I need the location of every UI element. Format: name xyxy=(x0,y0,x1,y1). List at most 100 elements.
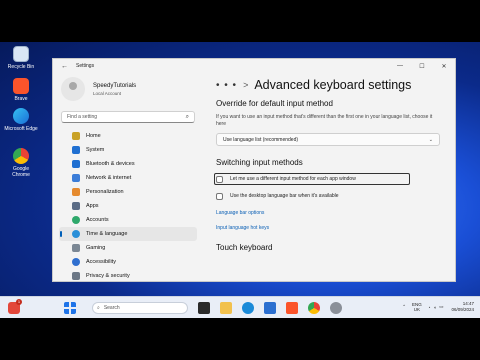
maximize-button[interactable]: ☐ xyxy=(411,63,433,70)
sidebar-item-network-internet[interactable]: Network & internet xyxy=(59,171,197,185)
wifi-tray-icon[interactable]: ◔ xyxy=(428,305,431,310)
breadcrumb: • • • > Advanced keyboard settings xyxy=(216,75,455,95)
profile-account-type: Local Account xyxy=(93,90,122,96)
sidebar-nav: Home System Bluetooth & devices Network … xyxy=(53,129,203,283)
title-bar: ← Settings — ☐ ✕ xyxy=(53,59,455,73)
search-placeholder: Find a setting xyxy=(67,114,98,120)
switching-heading: Switching input methods xyxy=(216,158,303,167)
taskbar-search-input[interactable]: ⌕ Search xyxy=(92,302,188,314)
person-icon xyxy=(72,216,80,224)
desktop-icon-chrome[interactable]: Google Chrome xyxy=(4,148,38,178)
sidebar-item-label: Time & language xyxy=(86,231,128,237)
system-tray: ⌃ ENG UK ◔ ◖ ▭ 14:47 06/09/2024 xyxy=(402,301,474,313)
sidebar-item-apps[interactable]: Apps xyxy=(59,199,197,213)
sidebar-item-accounts[interactable]: Accounts xyxy=(59,213,197,227)
per-app-input-method-checkbox[interactable]: Let me use a different input method for … xyxy=(214,173,410,185)
sidebar-item-label: Bluetooth & devices xyxy=(86,161,135,167)
apps-icon xyxy=(72,202,80,210)
clock[interactable]: 14:47 06/09/2024 xyxy=(451,301,474,313)
file-explorer-icon[interactable] xyxy=(220,302,232,314)
letterbox-bottom xyxy=(0,318,480,360)
checkbox-box xyxy=(216,175,223,183)
home-icon xyxy=(72,132,80,140)
desktop-icon-recycle-bin[interactable]: Recycle Bin xyxy=(4,46,38,70)
checkbox-label: Use the desktop language bar when it's a… xyxy=(230,193,339,199)
touch-keyboard-heading: Touch keyboard xyxy=(216,243,273,252)
recycle-bin-icon xyxy=(13,46,29,62)
avatar xyxy=(61,77,85,101)
chrome-icon xyxy=(13,148,29,164)
sidebar-item-time-language[interactable]: Time & language xyxy=(59,227,197,241)
desktop-icon-brave[interactable]: Brave xyxy=(4,78,38,102)
notification-badge: 1 xyxy=(16,299,22,305)
checkbox-box xyxy=(216,192,223,200)
search-input[interactable]: Find a setting ⌕ xyxy=(61,111,195,123)
taskbar: 1 ⌕ Search ⌃ ENG UK ◔ ◖ ▭ 14:47 06/09/20… xyxy=(0,296,480,318)
close-button[interactable]: ✕ xyxy=(433,63,455,70)
language-region: UK xyxy=(413,307,421,312)
sidebar-item-label: System xyxy=(86,147,105,153)
desktop-icon-label: Brave xyxy=(14,96,28,102)
window-controls: — ☐ ✕ xyxy=(389,63,455,70)
gamepad-icon xyxy=(72,244,80,252)
override-description: If you want to use an input method that'… xyxy=(216,114,433,127)
system-icon xyxy=(72,146,80,154)
minimize-button[interactable]: — xyxy=(389,63,411,70)
language-indicator[interactable]: ENG UK xyxy=(412,302,422,312)
brush-icon xyxy=(72,188,80,196)
desktop-icon-label: Google Chrome xyxy=(12,166,30,178)
page-title: Advanced keyboard settings xyxy=(254,78,412,92)
sidebar-item-home[interactable]: Home xyxy=(59,129,197,143)
input-language-hot-keys-link[interactable]: Input language hot keys xyxy=(216,225,455,231)
user-profile[interactable]: SpeedyTutorials Local Account xyxy=(53,73,203,105)
window-title: Settings xyxy=(76,63,95,69)
back-arrow-icon[interactable]: ← xyxy=(61,63,68,70)
sidebar-item-label: Privacy & security xyxy=(86,273,130,279)
edge-taskbar-icon[interactable] xyxy=(242,302,254,314)
sidebar-item-personalization[interactable]: Personalization xyxy=(59,185,197,199)
chevron-down-icon: ⌄ xyxy=(428,136,433,143)
volume-icon[interactable]: ◖ xyxy=(433,305,436,310)
sidebar-item-label: Network & internet xyxy=(86,175,132,181)
sidebar-item-privacy-security[interactable]: Privacy & security xyxy=(59,269,197,283)
wifi-icon xyxy=(72,174,80,182)
desktop-icon-edge[interactable]: Microsoft Edge xyxy=(4,108,38,132)
breadcrumb-separator: > xyxy=(243,80,249,90)
brave-taskbar-icon[interactable] xyxy=(286,302,298,314)
search-icon: ⌕ xyxy=(185,113,189,120)
desktop: Recycle Bin Brave Microsoft Edge Google … xyxy=(0,42,480,318)
chevron-up-icon[interactable]: ⌃ xyxy=(402,304,406,310)
store-icon[interactable] xyxy=(264,302,276,314)
sidebar-item-label: Apps xyxy=(86,203,99,209)
sidebar-item-label: Personalization xyxy=(86,189,124,195)
sidebar-item-system[interactable]: System xyxy=(59,143,197,157)
sidebar-item-bluetooth-devices[interactable]: Bluetooth & devices xyxy=(59,157,197,171)
sidebar-item-accessibility[interactable]: Accessibility xyxy=(59,255,197,269)
brave-icon xyxy=(13,78,29,94)
desktop-icon-label: Microsoft Edge xyxy=(4,126,38,132)
sidebar-item-label: Accessibility xyxy=(86,259,116,265)
override-heading: Override for default input method xyxy=(216,99,333,108)
windows-start-icon[interactable] xyxy=(64,302,76,314)
sidebar-item-label: Home xyxy=(86,133,101,139)
clock-date: 06/09/2024 xyxy=(451,307,474,312)
chrome-taskbar-icon[interactable] xyxy=(308,302,320,314)
task-view-icon[interactable] xyxy=(198,302,210,314)
letterbox-top xyxy=(0,0,480,42)
shield-icon xyxy=(72,272,80,280)
sidebar-item-gaming[interactable]: Gaming xyxy=(59,241,197,255)
desktop-icon-label: Recycle Bin xyxy=(7,64,35,70)
settings-taskbar-icon[interactable] xyxy=(330,302,342,314)
breadcrumb-overflow-button[interactable]: • • • xyxy=(216,80,237,91)
sidebar: SpeedyTutorials Local Account Find a set… xyxy=(53,73,203,281)
search-icon: ⌕ xyxy=(97,305,100,311)
edge-icon xyxy=(13,108,29,124)
battery-icon[interactable]: ▭ xyxy=(439,304,443,310)
bluetooth-icon xyxy=(72,160,80,168)
main-content: • • • > Advanced keyboard settings Overr… xyxy=(214,73,455,281)
input-method-selected-value: Use language list (recommended) xyxy=(223,136,299,143)
desktop-language-bar-checkbox[interactable]: Use the desktop language bar when it's a… xyxy=(216,190,455,202)
input-method-dropdown[interactable]: Use language list (recommended) ⌄ xyxy=(216,133,440,146)
checkbox-label: Let me use a different input method for … xyxy=(230,176,356,182)
taskbar-search-placeholder: Search xyxy=(103,305,120,311)
